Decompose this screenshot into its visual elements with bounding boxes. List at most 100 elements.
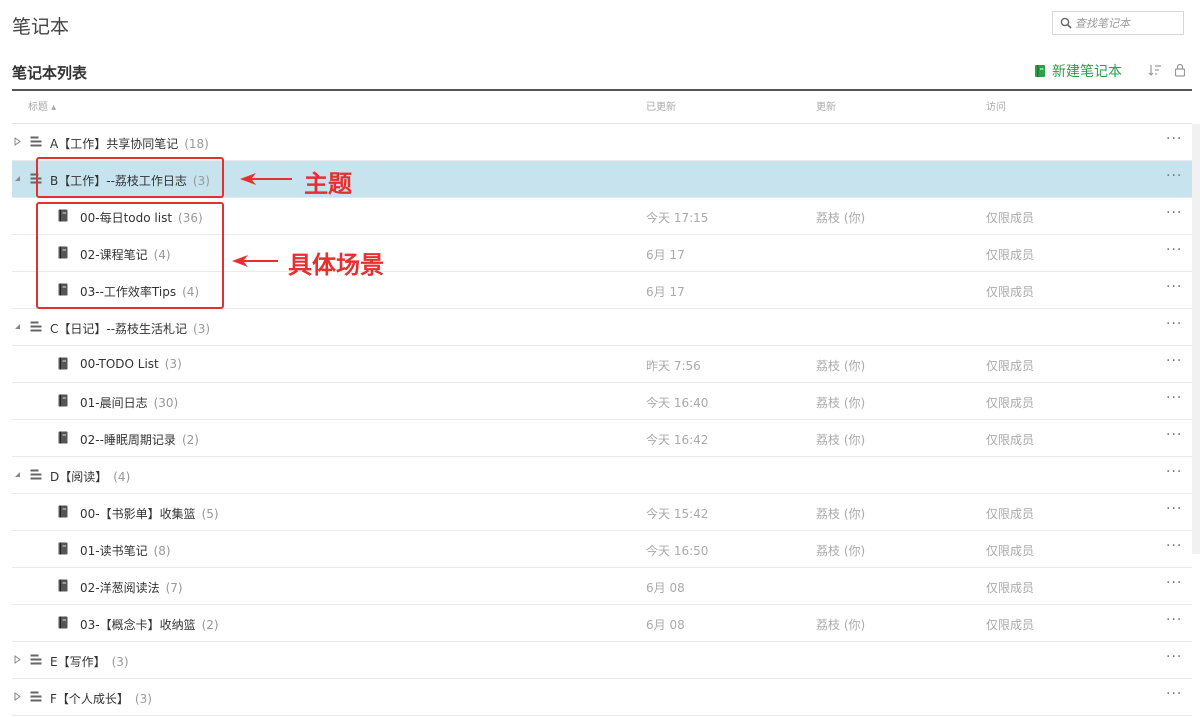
- lock-icon[interactable]: [1174, 63, 1186, 77]
- more-options-button[interactable]: ···: [1166, 131, 1182, 147]
- stack-row[interactable]: C【日记】--荔枝生活札记 (3) ···: [12, 309, 1192, 346]
- updated-by: 荔枝 (你): [816, 359, 866, 373]
- notebook-name: 03-【概念卡】收纳篮 (2): [80, 616, 219, 633]
- collapse-triangle-icon[interactable]: [14, 174, 21, 183]
- stack-name: A【工作】共享协同笔记 (18): [50, 135, 209, 152]
- search-input[interactable]: [1075, 14, 1179, 32]
- notebook-count: (3): [164, 357, 182, 371]
- more-options-button[interactable]: ···: [1166, 353, 1182, 369]
- stack-title: C【日记】--荔枝生活札记: [50, 322, 188, 336]
- column-header-updated[interactable]: 已更新: [646, 98, 676, 113]
- annotation-scenes-label: 具体场景: [288, 251, 384, 279]
- expand-triangle-icon[interactable]: [14, 655, 21, 664]
- access-level: 仅限成员: [986, 359, 1035, 373]
- more-options-button[interactable]: ···: [1166, 279, 1182, 295]
- updated-time: 今天 17:15: [646, 211, 709, 225]
- notebook-row[interactable]: 03-【概念卡】收纳篮 (2) 6月 08 荔枝 (你) 仅限成员 ···: [12, 605, 1192, 642]
- stack-count: (3): [193, 322, 211, 336]
- updated-time: 今天 15:42: [646, 507, 709, 521]
- stack-name: D【阅读】 (4): [50, 468, 130, 485]
- annotation-scenes-box: [36, 202, 224, 309]
- stack-row[interactable]: A【工作】共享协同笔记 (18) ···: [12, 124, 1192, 161]
- more-options-button[interactable]: ···: [1166, 686, 1182, 702]
- more-options-button[interactable]: ···: [1166, 205, 1182, 221]
- column-header-access[interactable]: 访问: [986, 98, 1006, 113]
- notebook-name: 02-洋葱阅读法 (7): [80, 579, 183, 596]
- updated-by: 荔枝 (你): [816, 211, 866, 225]
- updated-time: 今天 16:40: [646, 396, 709, 410]
- collapse-triangle-icon[interactable]: [14, 322, 21, 331]
- stack-row[interactable]: E【写作】 (3) ···: [12, 642, 1192, 679]
- notebook-title: 01-晨间日志: [80, 396, 148, 410]
- column-header-updater[interactable]: 更新: [816, 98, 836, 113]
- stack-count: (4): [113, 470, 131, 484]
- notebook-row[interactable]: 02--睡眠周期记录 (2) 今天 16:42 荔枝 (你) 仅限成员 ···: [12, 420, 1192, 457]
- notebook-icon: [58, 431, 68, 444]
- stack-count: (3): [134, 692, 152, 706]
- stack-count: (3): [111, 655, 129, 669]
- more-options-button[interactable]: ···: [1166, 242, 1182, 258]
- notebook-count: (7): [165, 581, 183, 595]
- more-options-button[interactable]: ···: [1166, 612, 1182, 628]
- notebook-stack-icon: [30, 691, 42, 702]
- more-options-button[interactable]: ···: [1166, 464, 1182, 480]
- notebook-count: (2): [201, 618, 219, 632]
- annotation-topic-label: 主题: [304, 170, 352, 198]
- notebook-row[interactable]: 00-TODO List (3) 昨天 7:56 荔枝 (你) 仅限成员 ···: [12, 346, 1192, 383]
- notebook-icon: [58, 394, 68, 407]
- notebook-count: (2): [181, 433, 199, 447]
- annotation-topic-box: [36, 157, 224, 198]
- stack-row[interactable]: F【个人成长】 (3) ···: [12, 679, 1192, 716]
- stack-row[interactable]: D【阅读】 (4) ···: [12, 457, 1192, 494]
- sort-icon[interactable]: [1148, 63, 1162, 77]
- more-options-button[interactable]: ···: [1166, 575, 1182, 591]
- scrollbar[interactable]: [1192, 124, 1200, 554]
- access-level: 仅限成员: [986, 285, 1035, 299]
- search-box[interactable]: [1052, 11, 1184, 35]
- stack-title: D【阅读】: [50, 470, 108, 484]
- updated-time: 6月 08: [646, 581, 685, 595]
- updated-by: 荔枝 (你): [816, 433, 866, 447]
- notebook-icon: [58, 357, 68, 370]
- updated-time: 6月 17: [646, 248, 685, 262]
- more-options-button[interactable]: ···: [1166, 538, 1182, 554]
- updated-by: 荔枝 (你): [816, 396, 866, 410]
- column-header-title[interactable]: 标题 ▴: [28, 98, 56, 113]
- more-options-button[interactable]: ···: [1166, 649, 1182, 665]
- more-options-button[interactable]: ···: [1166, 316, 1182, 332]
- stack-title: A【工作】共享协同笔记: [50, 137, 179, 151]
- new-notebook-button[interactable]: 新建笔记本: [1034, 60, 1122, 82]
- notebook-title: 00-TODO List: [80, 357, 159, 371]
- notebook-row[interactable]: 02-洋葱阅读法 (7) 6月 08 仅限成员 ···: [12, 568, 1192, 605]
- expand-triangle-icon[interactable]: [14, 137, 21, 146]
- collapse-triangle-icon[interactable]: [14, 470, 21, 479]
- notebook-icon: [58, 616, 68, 629]
- more-options-button[interactable]: ···: [1166, 168, 1182, 184]
- expand-triangle-icon[interactable]: [14, 692, 21, 701]
- notebook-icon: [58, 505, 68, 518]
- section-title: 笔记本列表: [12, 64, 88, 82]
- notebook-row[interactable]: 01-读书笔记 (8) 今天 16:50 荔枝 (你) 仅限成员 ···: [12, 531, 1192, 568]
- stack-name: F【个人成长】 (3): [50, 690, 152, 707]
- updated-time: 6月 17: [646, 285, 685, 299]
- updated-time: 今天 16:42: [646, 433, 709, 447]
- notebook-stack-icon: [30, 136, 42, 147]
- notebook-title: 02-洋葱阅读法: [80, 581, 160, 595]
- access-level: 仅限成员: [986, 618, 1035, 632]
- more-options-button[interactable]: ···: [1166, 501, 1182, 517]
- new-notebook-icon: [1035, 65, 1045, 77]
- annotation-topic-arrow: [240, 173, 292, 185]
- header-divider: [12, 89, 1192, 91]
- more-options-button[interactable]: ···: [1166, 390, 1182, 406]
- notebook-row[interactable]: 00-【书影单】收集篮 (5) 今天 15:42 荔枝 (你) 仅限成员 ···: [12, 494, 1192, 531]
- notebook-row[interactable]: 01-晨间日志 (30) 今天 16:40 荔枝 (你) 仅限成员 ···: [12, 383, 1192, 420]
- app-title: 笔记本: [12, 16, 70, 38]
- notebook-name: 02--睡眠周期记录 (2): [80, 431, 199, 448]
- notebook-title: 03-【概念卡】收纳篮: [80, 618, 196, 632]
- more-options-button[interactable]: ···: [1166, 427, 1182, 443]
- stack-title: E【写作】: [50, 655, 106, 669]
- notebook-name: 01-晨间日志 (30): [80, 394, 178, 411]
- stack-name: C【日记】--荔枝生活札记 (3): [50, 320, 210, 337]
- updated-by: 荔枝 (你): [816, 507, 866, 521]
- access-level: 仅限成员: [986, 581, 1035, 595]
